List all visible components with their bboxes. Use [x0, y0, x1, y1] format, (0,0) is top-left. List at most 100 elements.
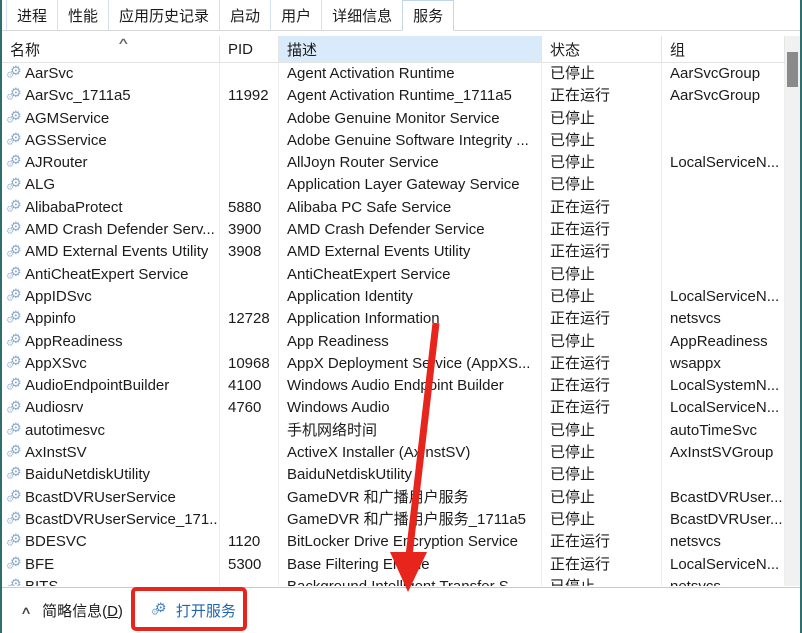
service-gear-icon: ⚙⚙	[6, 221, 25, 239]
tab-2[interactable]: 应用历史记录	[108, 0, 219, 30]
tab-3[interactable]: 启动	[219, 0, 270, 30]
service-description: GameDVR 和广播用户服务_1711a5	[279, 509, 542, 531]
service-group: netsvcs	[662, 531, 785, 553]
service-gear-icon: ⚙⚙	[6, 533, 25, 551]
table-row[interactable]: ⚙⚙ AMD Crash Defender Serv... 3900 AMD C…	[2, 219, 785, 241]
service-name: autotimesvc	[25, 420, 105, 442]
service-status: 已停止	[542, 420, 662, 442]
service-status: 已停止	[542, 576, 662, 586]
service-pid: 1120	[220, 531, 279, 553]
service-group	[662, 130, 785, 152]
service-pid: 11992	[220, 85, 279, 107]
service-name: BITS	[25, 576, 58, 586]
service-pid	[220, 108, 279, 130]
table-row[interactable]: ⚙⚙ Appinfo 12728 Application Information…	[2, 308, 785, 330]
sort-ascending-icon: ∧	[117, 36, 130, 47]
table-row[interactable]: ⚙⚙ Audiosrv 4760 Windows Audio 正在运行 Loca…	[2, 397, 785, 419]
table-row[interactable]: ⚙⚙ autotimesvc 手机网络时间 已停止 autoTimeSvc	[2, 420, 785, 442]
service-status: 已停止	[542, 286, 662, 308]
open-services-link[interactable]: ⚙⚙ 打开服务	[151, 600, 236, 621]
service-gear-icon: ⚙⚙	[6, 556, 25, 574]
service-group: LocalSystemN...	[662, 375, 785, 397]
column-header-group[interactable]: 组	[662, 36, 785, 62]
table-row[interactable]: ⚙⚙ BcastDVRUserService_171.. GameDVR 和广播…	[2, 509, 785, 531]
service-group: LocalServiceN...	[662, 397, 785, 419]
tab-4[interactable]: 用户	[270, 0, 321, 30]
service-pid	[220, 576, 279, 586]
service-gear-icon: ⚙⚙	[6, 466, 25, 484]
service-gear-icon: ⚙⚙	[6, 154, 25, 172]
service-status: 已停止	[542, 130, 662, 152]
column-header-pid[interactable]: PID	[220, 36, 279, 62]
table-row[interactable]: ⚙⚙ BcastDVRUserService GameDVR 和广播用户服务 已…	[2, 487, 785, 509]
open-services-label: 打开服务	[176, 600, 236, 621]
service-gear-icon: ⚙⚙	[6, 355, 25, 373]
service-description: AMD Crash Defender Service	[279, 219, 542, 241]
table-row[interactable]: ⚙⚙ AJRouter AllJoyn Router Service 已停止 L…	[2, 152, 785, 174]
service-status: 正在运行	[542, 241, 662, 263]
column-header-name[interactable]: 名称 ∧	[2, 36, 220, 62]
tab-0[interactable]: 进程	[6, 0, 57, 30]
service-name: AGSService	[25, 130, 107, 152]
service-pid	[220, 509, 279, 531]
column-header-description[interactable]: 描述	[279, 36, 542, 62]
service-status: 正在运行	[542, 375, 662, 397]
service-status: 已停止	[542, 152, 662, 174]
service-pid: 4100	[220, 375, 279, 397]
table-row[interactable]: ⚙⚙ BITS Background Intelligent Transfer …	[2, 576, 785, 586]
table-row[interactable]: ⚙⚙ AntiCheatExpert Service AntiCheatExpe…	[2, 264, 785, 286]
service-description: App Readiness	[279, 331, 542, 353]
table-row[interactable]: ⚙⚙ ALG Application Layer Gateway Service…	[2, 174, 785, 196]
service-status: 已停止	[542, 108, 662, 130]
table-row[interactable]: ⚙⚙ AarSvc_1711a5 11992 Agent Activation …	[2, 85, 785, 107]
service-pid	[220, 63, 279, 85]
service-description: ActiveX Installer (AxInstSV)	[279, 442, 542, 464]
table-row[interactable]: ⚙⚙ BaiduNetdiskUtility BaiduNetdiskUtili…	[2, 464, 785, 486]
service-description: AppX Deployment Service (AppXS...	[279, 353, 542, 375]
service-description: BaiduNetdiskUtility	[279, 464, 542, 486]
table-header: 名称 ∧ PID 描述 状态 组	[2, 36, 785, 63]
service-gear-icon: ⚙⚙	[6, 110, 25, 128]
service-name: AppIDSvc	[25, 286, 92, 308]
service-group	[662, 174, 785, 196]
service-pid	[220, 420, 279, 442]
table-row[interactable]: ⚙⚙ AxInstSV ActiveX Installer (AxInstSV)…	[2, 442, 785, 464]
tab-6[interactable]: 服务	[402, 0, 454, 31]
tab-1[interactable]: 性能	[57, 0, 108, 30]
service-description: Application Information	[279, 308, 542, 330]
service-description: Alibaba PC Safe Service	[279, 197, 542, 219]
service-group	[662, 219, 785, 241]
service-name: AxInstSV	[25, 442, 87, 464]
table-row[interactable]: ⚙⚙ AGMService Adobe Genuine Monitor Serv…	[2, 108, 785, 130]
service-gear-icon: ⚙⚙	[6, 288, 25, 306]
column-header-status[interactable]: 状态	[542, 36, 662, 62]
table-row[interactable]: ⚙⚙ AarSvc Agent Activation Runtime 已停止 A…	[2, 63, 785, 85]
details-toggle-button[interactable]: ∧ 简略信息(D)	[22, 600, 123, 621]
service-status: 正在运行	[542, 219, 662, 241]
table-row[interactable]: ⚙⚙ AlibabaProtect 5880 Alibaba PC Safe S…	[2, 197, 785, 219]
table-row[interactable]: ⚙⚙ AppXSvc 10968 AppX Deployment Service…	[2, 353, 785, 375]
service-name: AJRouter	[25, 152, 88, 174]
service-group: LocalServiceN...	[662, 152, 785, 174]
vertical-scrollbar[interactable]	[785, 36, 800, 586]
tab-5[interactable]: 详细信息	[321, 0, 402, 30]
service-group: netsvcs	[662, 576, 785, 586]
table-row[interactable]: ⚙⚙ AudioEndpointBuilder 4100 Windows Aud…	[2, 375, 785, 397]
service-group	[662, 108, 785, 130]
scrollbar-thumb[interactable]	[787, 52, 798, 87]
service-description: Application Identity	[279, 286, 542, 308]
service-gear-icon: ⚙⚙	[6, 333, 25, 351]
service-name: BcastDVRUserService_171..	[25, 509, 218, 531]
table-row[interactable]: ⚙⚙ AGSService Adobe Genuine Software Int…	[2, 130, 785, 152]
service-description: Adobe Genuine Monitor Service	[279, 108, 542, 130]
service-group: AarSvcGroup	[662, 85, 785, 107]
services-gear-icon: ⚙⚙	[151, 602, 170, 620]
tab-bar: 进程 性能 应用历史记录 启动 用户 详细信息 服务	[2, 0, 800, 31]
table-row[interactable]: ⚙⚙ AppReadiness App Readiness 已停止 AppRea…	[2, 331, 785, 353]
table-row[interactable]: ⚙⚙ AppIDSvc Application Identity 已停止 Loc…	[2, 286, 785, 308]
table-row[interactable]: ⚙⚙ BDESVC 1120 BitLocker Drive Encryptio…	[2, 531, 785, 553]
service-pid: 10968	[220, 353, 279, 375]
table-row[interactable]: ⚙⚙ AMD External Events Utility 3908 AMD …	[2, 241, 785, 263]
service-gear-icon: ⚙⚙	[6, 266, 25, 284]
table-row[interactable]: ⚙⚙ BFE 5300 Base Filtering Engine 正在运行 L…	[2, 554, 785, 576]
